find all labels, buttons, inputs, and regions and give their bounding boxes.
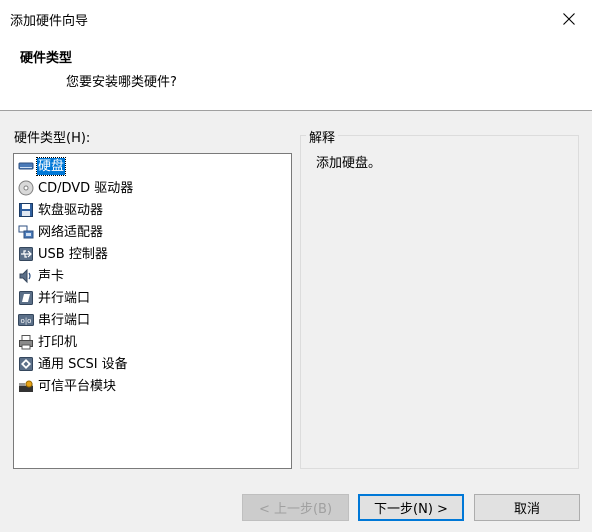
cancel-button[interactable]: 取消	[474, 494, 580, 521]
close-button[interactable]	[546, 0, 592, 38]
list-item-floppy[interactable]: 软盘驱动器	[18, 200, 104, 220]
scsi-icon	[18, 356, 34, 372]
list-item-usb[interactable]: USB 控制器	[18, 244, 109, 264]
list-item-printer[interactable]: 打印机	[18, 332, 78, 352]
wizard-header: 硬件类型 您要安装哪类硬件?	[0, 38, 592, 111]
list-item-cd-dvd[interactable]: CD/DVD 驱动器	[18, 178, 134, 198]
next-button[interactable]: 下一步(N) >	[358, 494, 464, 521]
list-item-network-adapter[interactable]: 网络适配器	[18, 222, 104, 242]
serial-port-icon: o|o	[18, 312, 34, 328]
close-icon	[563, 13, 575, 25]
title-bar: 添加硬件向导	[0, 0, 592, 38]
back-button[interactable]: < 上一步(B)	[242, 494, 349, 521]
sound-card-icon	[18, 268, 34, 284]
description-legend: 解释	[306, 127, 339, 146]
list-item-parallel-port[interactable]: 并行端口	[18, 288, 91, 308]
floppy-icon	[18, 202, 34, 218]
description-text: 添加硬盘。	[316, 156, 382, 171]
usb-icon	[18, 246, 34, 262]
cd-dvd-icon	[18, 180, 34, 196]
list-item-tpm[interactable]: 可信平台模块	[18, 376, 117, 396]
hard-disk-icon	[18, 158, 34, 174]
window-title: 添加硬件向导	[10, 14, 89, 29]
list-item-hard-disk[interactable]: 硬盘	[18, 156, 67, 176]
parallel-port-icon	[18, 290, 34, 306]
description-group	[300, 135, 579, 469]
network-adapter-icon	[18, 224, 34, 240]
hardware-type-list[interactable]: 硬盘 CD/DVD 驱动器 软盘驱动器 网络适配器 USB 控制器 声卡 并行端…	[13, 153, 292, 469]
tpm-icon	[18, 378, 34, 394]
svg-text:o|o: o|o	[21, 317, 32, 325]
list-item-sound-card[interactable]: 声卡	[18, 266, 65, 286]
hardware-type-label: 硬件类型(H):	[14, 131, 91, 146]
list-item-scsi[interactable]: 通用 SCSI 设备	[18, 354, 129, 374]
page-subtitle: 您要安装哪类硬件?	[66, 75, 177, 90]
printer-icon	[18, 334, 34, 350]
list-item-serial-port[interactable]: o|o 串行端口	[18, 310, 91, 330]
page-title: 硬件类型	[20, 51, 73, 66]
